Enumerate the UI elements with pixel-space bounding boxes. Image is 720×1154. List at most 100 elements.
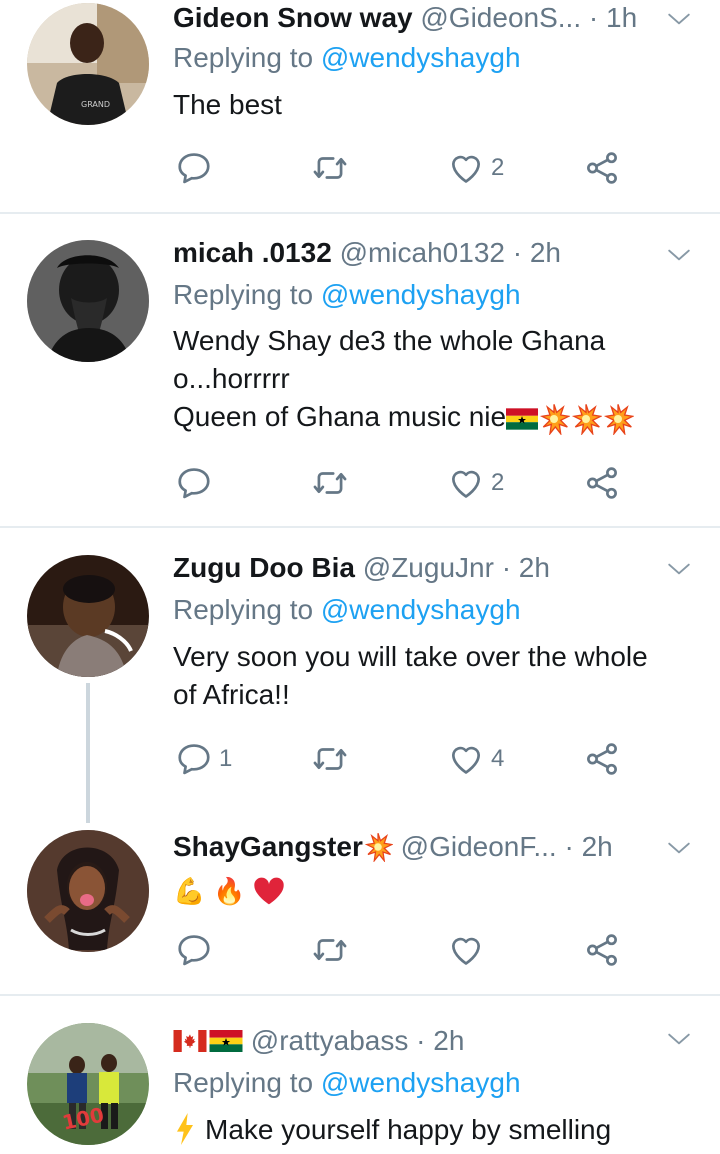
user-handle[interactable]: @GideonS... [420,2,581,33]
share-button[interactable] [583,463,621,503]
red-heart-emoji [254,877,285,904]
reply-button[interactable]: 1 [175,739,232,779]
collision-emoji [602,403,634,435]
reply-target-link[interactable]: @wendyshaygh [321,279,521,310]
tweet-5[interactable]: 100 @rattyabass · 2h Replying to @wendys… [0,996,720,1154]
tweet-time[interactable]: 2h [433,1025,464,1056]
tweet-text-line: o...horrrrr [173,363,290,394]
user-name[interactable]: Gideon Snow way [173,2,413,33]
retweet-button[interactable] [311,463,355,503]
user-handle[interactable]: @ZuguJnr [363,552,494,583]
like-button[interactable]: 4 [447,739,504,779]
avatar[interactable]: 100 [27,1023,149,1145]
user-name[interactable]: ShayGangster [173,831,363,862]
tweet-header: micah .0132 @micah0132 · 2h [173,235,663,271]
like-button[interactable]: 2 [447,463,504,503]
chevron-down-icon[interactable] [666,6,692,32]
separator-dot: · [501,552,519,583]
replying-to-label: Replying to [173,1067,321,1098]
separator-dot: · [416,1025,434,1056]
reply-target-link[interactable]: @wendyshaygh [321,594,521,625]
tweet-2[interactable]: micah .0132 @micah0132 · 2h Replying to … [0,214,720,526]
lightning-emoji [177,1112,193,1145]
chevron-down-icon[interactable] [666,242,692,268]
ghana-flag-emoji [209,1030,243,1052]
tweet-header: ShayGangster @GideonF... · 2h [173,829,663,865]
share-button[interactable] [583,930,621,970]
tweet-4[interactable]: ShayGangster @GideonF... · 2h 💪 🔥 [0,808,720,994]
share-button[interactable] [583,739,621,779]
reply-icon [175,149,213,187]
separator-dot: · [588,2,606,33]
share-icon [583,931,621,969]
tweet-time[interactable]: 2h [519,552,550,583]
retweet-button[interactable] [311,930,355,970]
reply-button[interactable] [175,463,219,503]
replying-to: Replying to @wendyshaygh [173,592,521,628]
retweet-icon [311,931,349,969]
retweet-icon [311,740,349,778]
tweet-time[interactable]: 2h [582,831,613,862]
like-icon [447,740,485,778]
separator-dot: · [564,831,582,862]
avatar[interactable] [27,830,149,952]
retweet-button[interactable] [311,148,355,188]
like-button[interactable] [447,930,491,970]
ghana-flag-emoji [506,408,538,430]
user-handle[interactable]: @rattyabass [251,1025,409,1056]
separator-dot: · [512,237,530,268]
tweet-actions [173,930,643,970]
reply-icon [175,464,213,502]
retweet-button[interactable] [311,739,355,779]
chevron-down-icon[interactable] [666,1026,692,1052]
canada-flag-emoji [173,1030,207,1052]
tweet-3[interactable]: Zugu Doo Bia @ZuguJnr · 2h Replying to @… [0,528,720,798]
replying-to: Replying to @wendyshaygh [173,1065,521,1101]
tweet-content: Zugu Doo Bia @ZuguJnr · 2h Replying to @… [173,528,700,798]
reply-target-link[interactable]: @wendyshaygh [321,1067,521,1098]
fire-emoji: 🔥 [213,875,246,906]
share-icon [583,464,621,502]
share-button[interactable] [583,148,621,188]
retweet-icon [311,149,349,187]
tweet-text-line-wrap: Queen of Ghana music nie [173,398,693,436]
flexed-biceps-emoji: 💪 [173,875,206,906]
avatar[interactable] [27,240,149,362]
user-handle[interactable]: @GideonF... [401,831,557,862]
tweet-text-line: Wendy Shay de3 the whole Ghana [173,325,606,356]
replying-to-label: Replying to [173,42,321,73]
user-handle[interactable]: @micah0132 [340,237,505,268]
reply-button[interactable] [175,930,219,970]
tweet-content: ShayGangster @GideonF... · 2h 💪 🔥 [173,808,700,994]
share-icon [583,740,621,778]
chevron-down-icon[interactable] [666,835,692,861]
tweet-text-line: The best [173,89,282,120]
like-button[interactable]: 2 [447,148,504,188]
reply-button[interactable] [175,148,219,188]
replying-to: Replying to @wendyshaygh [173,277,521,313]
avatar[interactable] [27,555,149,677]
avatar[interactable]: GRAND [27,3,149,125]
tweet-content: @rattyabass · 2h Replying to @wendyshayg… [173,996,700,1154]
reply-count: 1 [219,745,233,772]
tweet-text-line: Queen of Ghana music nie [173,401,507,432]
tweet-header: Gideon Snow way @GideonS... · 1h [173,0,663,36]
tweet-header: @rattyabass · 2h [173,1023,663,1059]
user-name[interactable]: Zugu Doo Bia [173,552,355,583]
tweet-text: 💪 🔥 [173,870,693,910]
tweet-header: Zugu Doo Bia @ZuguJnr · 2h [173,550,663,586]
tweet-content: Gideon Snow way @GideonS... · 1h Replyin… [173,0,700,212]
tweet-time[interactable]: 2h [530,237,561,268]
reply-target-link[interactable]: @wendyshaygh [321,42,521,73]
chevron-down-icon[interactable] [666,556,692,582]
tweet-actions: 2 [173,148,643,188]
like-count: 2 [491,154,505,181]
tweet-1[interactable]: GRAND Gideon Snow way @GideonS... · 1h R… [0,0,720,212]
tweet-text: The best [173,86,693,124]
tweet-text: Wendy Shay de3 the whole Ghana o...horrr… [173,322,693,436]
tweet-actions: 2 [173,463,643,503]
tweet-content: micah .0132 @micah0132 · 2h Replying to … [173,214,700,526]
collision-emoji [538,403,570,435]
tweet-time[interactable]: 1h [606,2,637,33]
user-name[interactable]: micah .0132 [173,237,332,268]
